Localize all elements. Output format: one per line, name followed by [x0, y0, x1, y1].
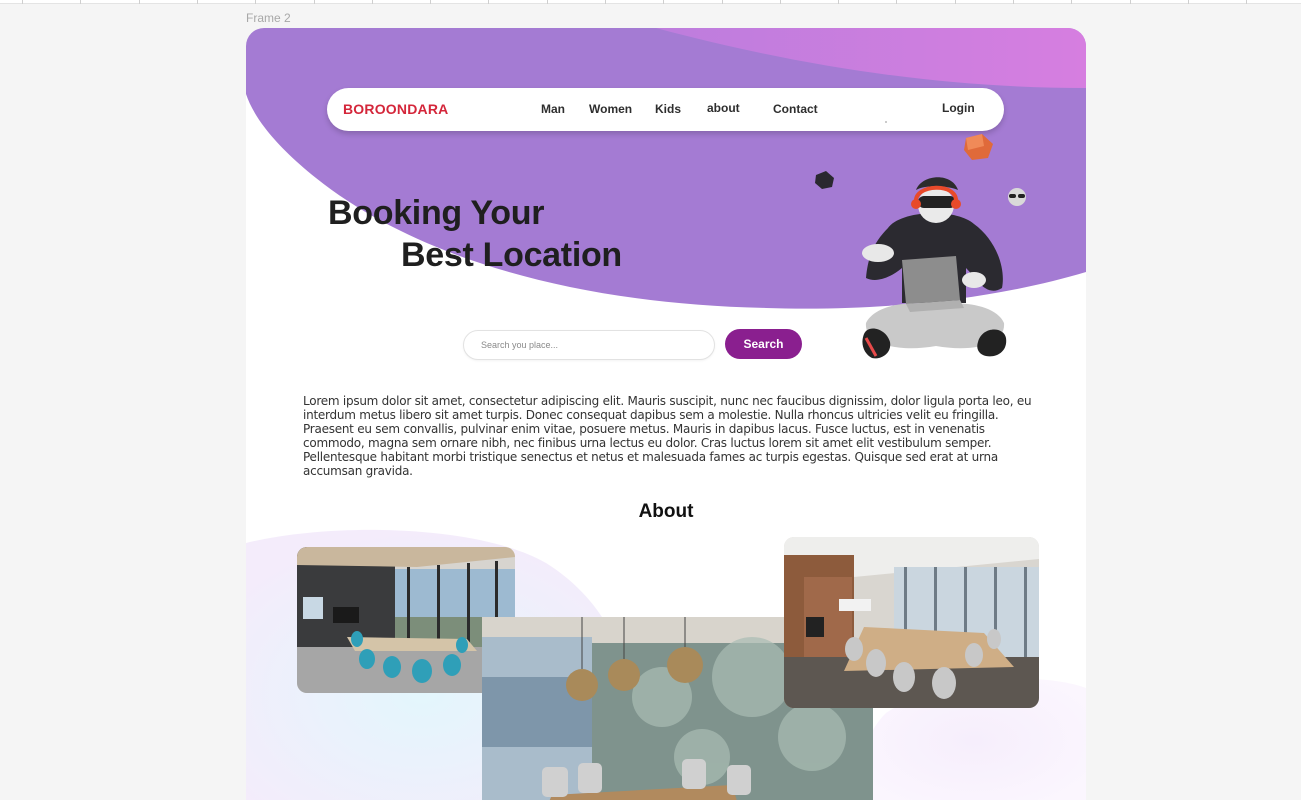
nav-link-contact[interactable]: Contact	[773, 102, 818, 116]
intro-paragraph: Lorem ipsum dolor sit amet, consectetur …	[303, 394, 1032, 478]
nav-link-man[interactable]: Man	[541, 102, 565, 116]
ruler-tick	[197, 0, 198, 4]
ruler-tick	[255, 0, 256, 4]
ruler-tick	[22, 0, 23, 4]
ruler-tick	[1071, 0, 1072, 4]
floating-dark-cube-icon	[815, 171, 834, 189]
ruler-tick	[955, 0, 956, 4]
ruler-tick	[605, 0, 606, 4]
laptop-icon	[902, 256, 964, 312]
ruler-tick	[314, 0, 315, 4]
ruler-tick	[1188, 0, 1189, 4]
nav-link-about[interactable]: about	[707, 101, 740, 115]
ruler-tick	[780, 0, 781, 4]
ruler-tick	[663, 0, 664, 4]
ruler-tick	[430, 0, 431, 4]
ruler-tick	[1013, 0, 1014, 4]
ruler-tick	[139, 0, 140, 4]
nav-link-kids[interactable]: Kids	[655, 102, 681, 116]
ruler-tick	[80, 0, 81, 4]
sunglasses-emoji-icon	[1008, 188, 1026, 206]
hero-headline-line-1: Booking Your	[328, 194, 545, 232]
ruler-tick	[722, 0, 723, 4]
top-navbar: BOROONDARA Man Women Kids about Contact …	[327, 88, 1004, 131]
ruler-tick	[372, 0, 373, 4]
nav-divider-dot	[885, 121, 887, 123]
search-input[interactable]	[463, 330, 715, 360]
ruler-tick	[896, 0, 897, 4]
vr-headset-character-illustration	[815, 134, 1026, 359]
login-link[interactable]: Login	[942, 101, 975, 115]
search-button[interactable]: Search	[725, 329, 802, 359]
ruler-tick	[547, 0, 548, 4]
design-frame: BOROONDARA Man Women Kids about Contact …	[246, 28, 1086, 800]
canvas-ruler	[0, 0, 1301, 4]
nav-link-women[interactable]: Women	[589, 102, 632, 116]
ruler-tick	[1130, 0, 1131, 4]
ruler-tick	[488, 0, 489, 4]
floating-cube-icon	[964, 134, 993, 160]
frame-label[interactable]: Frame 2	[246, 11, 291, 25]
about-section-title: About	[638, 501, 694, 522]
brand-logo[interactable]: BOROONDARA	[343, 101, 448, 117]
hero-headline-line-2: Best Location	[401, 236, 622, 274]
about-photo-conference-room	[784, 537, 1039, 708]
ruler-tick	[1246, 0, 1247, 4]
ruler-tick	[838, 0, 839, 4]
